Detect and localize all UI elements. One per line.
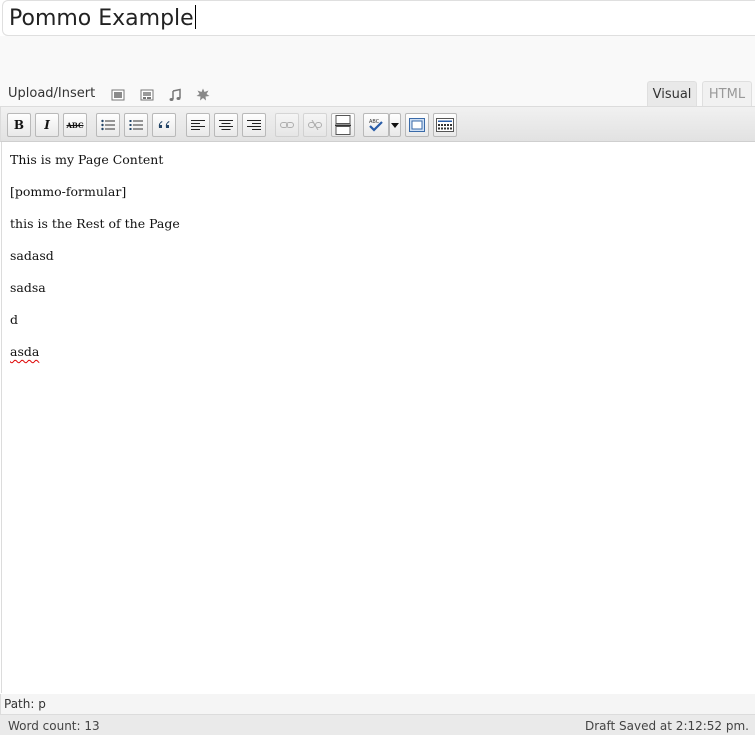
gallery-icon[interactable] — [140, 87, 154, 101]
content-paragraph: sadsa — [10, 280, 46, 295]
fullscreen-icon — [409, 118, 425, 132]
kitchen-sink-button[interactable] — [433, 113, 457, 137]
editor-header: Upload/Insert Visual HTML — [0, 36, 755, 108]
more-tag-button[interactable] — [331, 113, 355, 137]
misspelled-word: asda — [10, 344, 40, 359]
strikethrough-icon: ABC — [66, 120, 84, 130]
status-bar: Word count: 13 Draft Saved at 2:12:52 pm… — [0, 714, 755, 735]
spellcheck-icon: ABC — [369, 119, 383, 132]
numbered-list-icon — [129, 120, 143, 130]
audio-icon[interactable] — [168, 87, 182, 101]
content-paragraph: d — [10, 312, 19, 327]
tab-visual[interactable]: Visual — [647, 81, 697, 108]
image-icon[interactable] — [111, 87, 125, 101]
bullet-list-icon — [101, 119, 115, 131]
fullscreen-button[interactable] — [405, 113, 429, 137]
spellcheck-button[interactable]: ABC — [363, 113, 389, 137]
content-paragraph: This is my Page Content — [10, 152, 164, 167]
content-paragraph: sadasd — [10, 248, 54, 263]
editor-toolbar: B I ABC ABC — [0, 106, 755, 142]
align-center-icon — [219, 120, 233, 130]
unlink-button[interactable] — [303, 113, 327, 137]
italic-button[interactable]: I — [35, 113, 59, 137]
content-paragraph: asda — [10, 344, 39, 359]
align-right-button[interactable] — [242, 113, 266, 137]
upload-insert-label: Upload/Insert — [8, 86, 96, 101]
align-right-icon — [247, 120, 261, 130]
spellcheck-dropdown-button[interactable] — [389, 113, 401, 137]
text-caret — [194, 5, 196, 29]
unlink-icon — [308, 120, 322, 130]
italic-icon: I — [44, 118, 50, 132]
bullet-list-button[interactable] — [96, 113, 120, 137]
svg-text:ABC: ABC — [369, 119, 380, 125]
word-count: Word count: 13 — [8, 719, 100, 733]
bold-button[interactable]: B — [7, 113, 31, 137]
media-icon[interactable] — [196, 87, 210, 101]
kitchen-sink-icon — [436, 118, 454, 132]
path-bar: Path: p — [0, 694, 755, 714]
bold-icon: B — [13, 118, 25, 132]
strikethrough-button[interactable]: ABC — [63, 113, 87, 137]
link-icon — [280, 122, 294, 128]
content-paragraph: [pommo-formular] — [10, 184, 127, 199]
draft-saved-status: Draft Saved at 2:12:52 pm. — [584, 719, 749, 733]
link-button[interactable] — [275, 113, 299, 137]
blockquote-icon — [158, 121, 170, 128]
align-left-icon — [191, 120, 205, 130]
title-text: Pommo Example — [9, 6, 194, 31]
content-paragraph: this is the Rest of the Page — [10, 216, 180, 231]
tab-html[interactable]: HTML — [702, 81, 752, 108]
numbered-list-button[interactable] — [124, 113, 148, 137]
align-center-button[interactable] — [214, 113, 238, 137]
align-left-button[interactable] — [186, 113, 210, 137]
title-input[interactable]: Pommo Example — [9, 4, 196, 34]
blockquote-button[interactable] — [152, 113, 176, 137]
title-field[interactable]: Pommo Example — [2, 0, 755, 36]
more-tag-icon — [335, 115, 351, 135]
editor-content[interactable]: This is my Page Content [pommo-formular]… — [1, 142, 755, 693]
chevron-down-icon — [391, 122, 399, 128]
